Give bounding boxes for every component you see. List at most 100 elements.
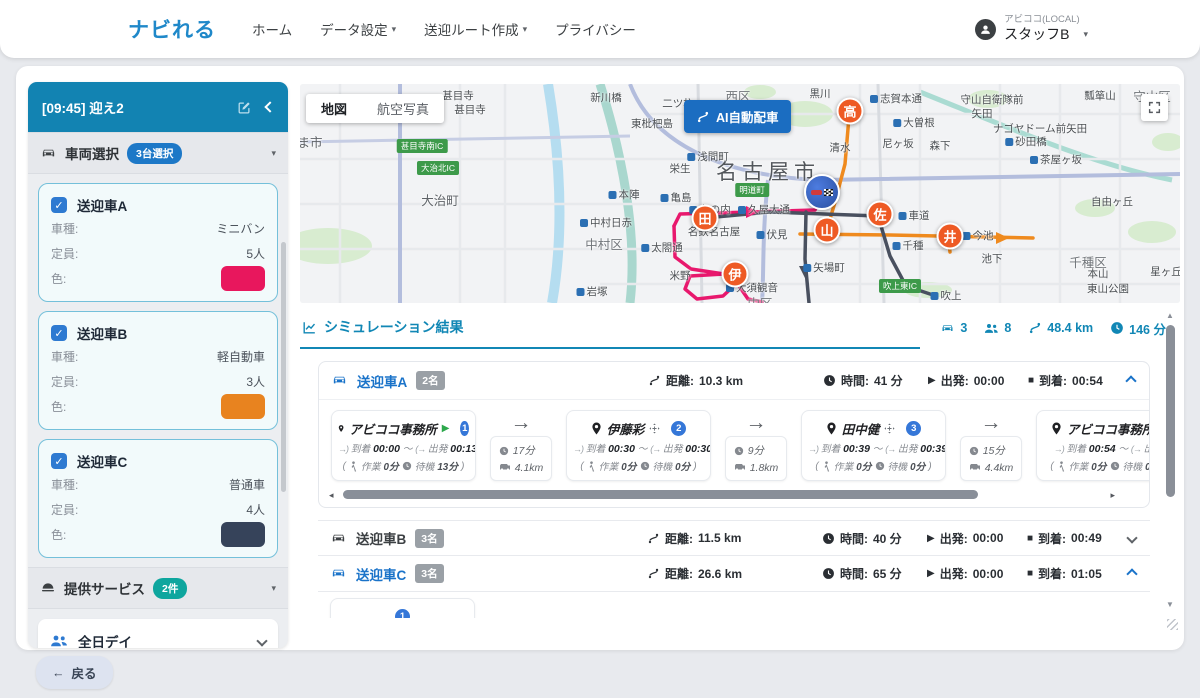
stops-strip: アビココ事務所 ▶ 1 →) 到着 00:00 ～ (→ 出発 00:13 (作… [319, 400, 1149, 487]
vehicle-checkbox[interactable]: ✓ [51, 453, 67, 469]
chevron-left-icon [264, 101, 275, 112]
stop-number-badge: 3 [906, 421, 921, 436]
result-row-header[interactable]: 送迎車A 2名 距離:10.3 km 時間:41 分 ▶出発:00:00 ■到着… [319, 362, 1149, 400]
vehicle-color-swatch [221, 522, 265, 547]
vehicle-type: 軽自動車 [217, 348, 265, 365]
stop-card-passenger[interactable]: 伊藤彩 2 →) 到着 00:30 ～ (→ 出発 00:30 (作業0分待機0… [566, 410, 711, 481]
vehicle-section-header[interactable]: 車両選択 3台選択 ▾ [28, 132, 288, 174]
bus-icon [499, 463, 511, 473]
arrow-left-icon: ← [52, 666, 65, 680]
nav-item-home[interactable]: ホーム [252, 19, 292, 39]
vehicle-checkbox[interactable]: ✓ [51, 325, 67, 341]
chevron-down-icon: ▾ [392, 24, 397, 35]
vehicle-capacity: 5人 [246, 245, 265, 262]
stop-card-clipped[interactable]: 1 [330, 598, 475, 618]
stop-card-depot-end[interactable]: アビココ事務所 ■ →) 到着 00:54 ～ (→ 出発 (作業0分待機0分) [1036, 410, 1149, 481]
collapse-row-button[interactable] [1127, 372, 1135, 390]
depart-icon: (→ [415, 444, 425, 454]
nav-item-label: ホーム [252, 19, 292, 39]
scroll-left-icon[interactable]: ◂ [329, 490, 334, 501]
summary-vehicles: 3 [940, 321, 967, 336]
move-icon[interactable] [649, 423, 660, 434]
vehicle-color-swatch [221, 394, 265, 419]
vehicle-row-name: 送迎車B [356, 528, 406, 548]
vehicle-card-b[interactable]: ✓ 送迎車B 車種:軽自動車 定員:3人 色: [38, 311, 278, 430]
vehicle-name: 送迎車C [77, 451, 127, 471]
sidebar-scrollbar[interactable] [281, 242, 286, 492]
bus-icon [969, 463, 981, 473]
stop-name: 田中健 [842, 419, 880, 438]
route-icon [647, 532, 660, 545]
vehicle-row-name: 送迎車A [357, 371, 407, 391]
result-row-vehicle-c[interactable]: 送迎車C 3名 距離:26.6 km 時間:65 分 ▶出発:00:00 ■到着… [318, 556, 1150, 592]
vehicle-card-a[interactable]: ✓ 送迎車A 車種:ミニバン 定員:5人 色: [38, 183, 278, 302]
vehicle-capacity: 3人 [246, 373, 265, 390]
stops-horizontal-scrollbar[interactable]: ◂ ▸ [327, 487, 1141, 503]
scrollbar-thumb[interactable] [1166, 325, 1175, 497]
map-marker[interactable]: 伊 [722, 261, 749, 288]
vehicle-row-name: 送迎車C [356, 564, 406, 584]
back-button-label: 戻る [72, 663, 97, 682]
map-marker[interactable]: 田 [692, 205, 719, 232]
vehicle-checkbox[interactable]: ✓ [51, 197, 67, 213]
map-type-map-button[interactable]: 地図 [306, 94, 362, 123]
result-row-vehicle-b[interactable]: 送迎車B 3名 距離:11.5 km 時間:40 分 ▶出発:00:00 ■到着… [318, 520, 1150, 556]
scroll-up-icon[interactable]: ▲ [1164, 311, 1176, 320]
sidebar-header: [09:45] 迎え2 [28, 82, 288, 132]
clock-icon [822, 532, 835, 545]
stop-name: 伊藤彩 [607, 419, 645, 438]
nav-item-privacy[interactable]: プライバシー [555, 19, 636, 39]
map-canvas[interactable]: ま市大治町甚目寺甚目寺新川橋二ツ杁東枇杷島西区浅間町栄生名古屋市黒川志賀本通守山… [300, 84, 1180, 303]
stat-distance: 距離:11.5 km [647, 530, 822, 547]
worker-icon [1057, 461, 1066, 472]
stop-card-passenger[interactable]: 田中健 3 →) 到着 00:39 ～ (→ 出発 00:39 (作業0分待機0… [801, 410, 946, 481]
clock-icon [969, 446, 979, 456]
stop-icon: ■ [1027, 533, 1033, 544]
map-marker[interactable]: 山 [814, 217, 841, 244]
app-logo[interactable]: ナビれる [128, 14, 216, 44]
stat-distance: 距離:26.6 km [647, 565, 822, 582]
summary-time: 146 分 [1110, 319, 1166, 338]
collapse-sidebar-button[interactable] [266, 103, 274, 111]
nav-item-route-create[interactable]: 送迎ルート作成▾ [424, 19, 527, 39]
car-icon [330, 565, 347, 582]
user-menu[interactable]: アビココ(LOCAL) スタッフB▾ [975, 14, 1088, 43]
stop-icon: ■ [1028, 375, 1034, 386]
result-row-vehicle-a: 送迎車A 2名 距離:10.3 km 時間:41 分 ▶出発:00:00 ■到着… [318, 361, 1150, 508]
fullscreen-button[interactable] [1141, 94, 1168, 121]
resize-handle[interactable] [1167, 619, 1178, 630]
expand-row-button[interactable] [1128, 529, 1136, 547]
depot-marker[interactable] [804, 174, 840, 210]
ai-dispatch-button[interactable]: AI自動配車 [684, 100, 791, 133]
back-button[interactable]: ← 戻る [36, 656, 113, 689]
map-marker[interactable]: 高 [837, 98, 864, 125]
nav-item-data-settings[interactable]: データ設定▾ [320, 19, 396, 39]
edit-icon[interactable] [237, 100, 252, 115]
vehicle-card-list: ✓ 送迎車A 車種:ミニバン 定員:5人 色: ✓ 送迎車B 車種:軽自動車 定… [28, 174, 288, 567]
start-icon: ▶ [442, 423, 450, 434]
vehicle-section-label: 車両選択 [65, 143, 119, 163]
scrollbar-thumb[interactable] [343, 490, 978, 499]
scroll-right-icon[interactable]: ▸ [1110, 490, 1115, 501]
move-icon[interactable] [884, 423, 895, 434]
results-vertical-scrollbar[interactable]: ▲ ▼ [1164, 311, 1176, 623]
collapse-row-button[interactable] [1128, 565, 1136, 583]
vehicle-card-c[interactable]: ✓ 送迎車C 車種:普通車 定員:4人 色: [38, 439, 278, 558]
service-section-header[interactable]: 提供サービス 2件 ▾ [28, 567, 288, 609]
arrive-icon: →) [338, 444, 348, 454]
service-dome-icon [40, 580, 56, 596]
service-item-label: 全日デイ [78, 631, 248, 648]
play-icon: ▶ [927, 533, 935, 544]
stop-card-depot-start[interactable]: アビココ事務所 ▶ 1 →) 到着 00:00 ～ (→ 出発 00:13 (作… [331, 410, 476, 481]
service-item-zennichi-day[interactable]: 全日デイ [38, 619, 278, 648]
map-type-satellite-button[interactable]: 航空写真 [362, 94, 444, 123]
results-summary: 3 8 48.4 km 146 分 [920, 319, 1180, 344]
scroll-down-icon[interactable]: ▼ [1164, 600, 1176, 609]
clock-icon [499, 446, 509, 456]
map-marker[interactable]: 佐 [867, 201, 894, 228]
map-marker[interactable]: 井 [937, 223, 964, 250]
leg-segment: → 9分 1.8km [721, 410, 791, 481]
car-icon [40, 145, 57, 162]
chevron-down-icon: ▾ [271, 583, 276, 594]
stat-distance: 距離:10.3 km [648, 372, 823, 389]
